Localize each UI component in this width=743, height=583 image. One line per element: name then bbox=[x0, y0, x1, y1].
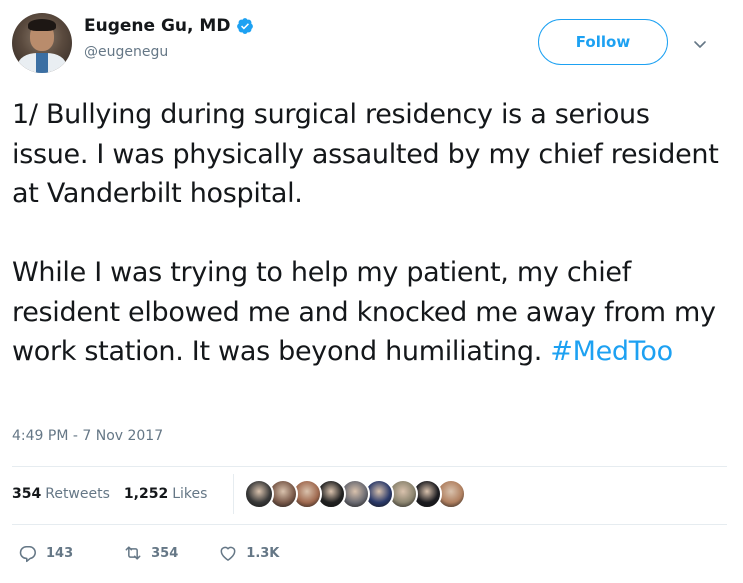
reply-button[interactable]: 143 bbox=[18, 543, 73, 563]
reply-count: 143 bbox=[46, 545, 74, 561]
retweet-icon bbox=[125, 546, 141, 560]
reply-icon bbox=[19, 546, 36, 563]
retweets-stat[interactable]: 354 Retweets bbox=[12, 486, 110, 502]
avatar-scrubs bbox=[36, 53, 48, 73]
tweet-paragraph: 1/ Bullying during surgical residency is… bbox=[12, 99, 719, 209]
chevron-down-icon[interactable] bbox=[692, 36, 708, 52]
retweet-button[interactable]: 354 bbox=[123, 543, 178, 563]
like-count: 1.3K bbox=[246, 545, 280, 561]
liker-avatars bbox=[244, 479, 466, 509]
author-handle[interactable]: @eugenegu bbox=[84, 44, 168, 60]
tweet-timestamp[interactable]: 4:49 PM - 7 Nov 2017 bbox=[12, 428, 163, 444]
display-name[interactable]: Eugene Gu, MD bbox=[84, 16, 230, 36]
follow-button[interactable]: Follow bbox=[538, 19, 668, 65]
liker-avatar[interactable] bbox=[244, 479, 274, 509]
likes-count: 1,252 bbox=[123, 486, 169, 502]
divider bbox=[12, 466, 727, 467]
stats-separator bbox=[233, 474, 234, 514]
like-button[interactable]: 1.3K bbox=[218, 543, 279, 563]
tweet-actions: 143 354 1.3K bbox=[18, 543, 279, 563]
verified-badge-icon bbox=[236, 17, 254, 35]
divider bbox=[12, 524, 727, 525]
likes-stat[interactable]: 1,252 Likes bbox=[124, 486, 208, 502]
avatar[interactable] bbox=[12, 13, 72, 73]
retweets-label: Retweets bbox=[45, 486, 110, 502]
heart-icon bbox=[220, 546, 236, 561]
tweet-paragraph: While I was trying to help my patient, m… bbox=[12, 253, 727, 372]
retweets-count: 354 bbox=[12, 486, 42, 502]
tweet-text: 1/ Bullying during surgical residency is… bbox=[12, 95, 727, 372]
avatar-hair bbox=[28, 19, 56, 31]
hashtag-link[interactable]: #MedToo bbox=[550, 336, 673, 367]
retweet-count: 354 bbox=[151, 545, 179, 561]
author-name-row[interactable]: Eugene Gu, MD bbox=[84, 16, 254, 36]
likes-label: Likes bbox=[172, 486, 208, 502]
tweet-stats: 354 Retweets 1,252 Likes bbox=[12, 486, 207, 502]
